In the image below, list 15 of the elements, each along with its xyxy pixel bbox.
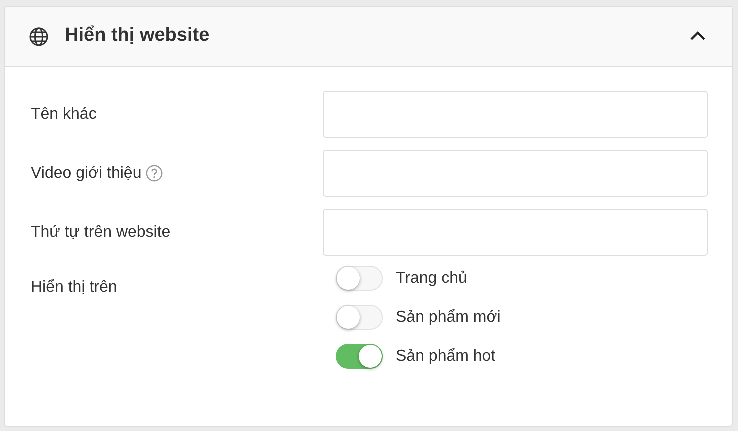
panel-title: Hiển thị website [65,24,210,48]
toggle-label: Sản phẩm hot [396,346,496,366]
text-field[interactable] [323,209,708,256]
field-label: Thứ tự trên website [31,222,171,242]
field-label: Hiển thị trên [31,279,118,296]
text-field[interactable] [323,91,708,138]
toggle-label: Sản phẩm mới [396,308,501,328]
toggle-label: Trang chủ [396,268,468,288]
toggle-switch[interactable] [336,344,383,369]
help-icon[interactable] [146,165,163,182]
chevron-icon [690,31,706,42]
globe-icon [29,26,49,46]
text-field[interactable] [323,150,708,197]
field-label: Tên khác [31,104,97,124]
field-label: Video giới thiệu [31,164,142,184]
